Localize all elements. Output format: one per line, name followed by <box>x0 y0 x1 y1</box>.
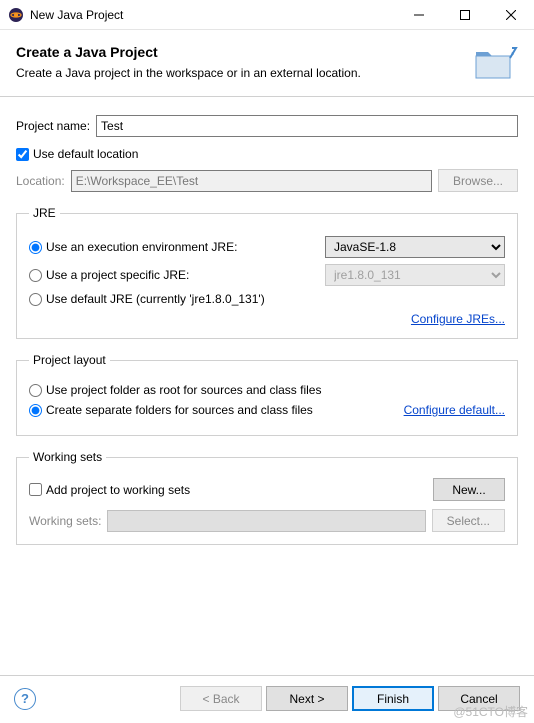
next-button[interactable]: Next > <box>266 686 348 711</box>
eclipse-icon <box>8 7 24 23</box>
layout-root-label: Use project folder as root for sources a… <box>46 383 505 397</box>
jre-group: JRE Use an execution environment JRE: Ja… <box>16 206 518 339</box>
use-default-location-checkbox[interactable] <box>16 148 29 161</box>
window-controls <box>396 0 534 30</box>
configure-jres-link[interactable]: Configure JREs... <box>411 312 505 326</box>
use-default-location-label: Use default location <box>33 147 138 161</box>
jre-specific-label: Use a project specific JRE: <box>46 268 325 282</box>
wizard-folder-icon <box>470 42 518 82</box>
working-sets-group: Working sets Add project to working sets… <box>16 450 518 545</box>
working-sets-select <box>107 510 425 532</box>
project-layout-group: Project layout Use project folder as roo… <box>16 353 518 436</box>
working-sets-label: Working sets: <box>29 514 101 528</box>
page-subtitle: Create a Java project in the workspace o… <box>16 66 462 80</box>
location-label: Location: <box>16 174 65 188</box>
project-name-input[interactable] <box>96 115 518 137</box>
layout-separate-label: Create separate folders for sources and … <box>46 403 313 417</box>
jre-env-label: Use an execution environment JRE: <box>46 240 325 254</box>
location-input <box>71 170 432 192</box>
jre-legend: JRE <box>29 206 60 220</box>
add-working-sets-label: Add project to working sets <box>46 483 190 497</box>
dialog-header: Create a Java Project Create a Java proj… <box>0 30 534 97</box>
jre-default-radio[interactable] <box>29 293 42 306</box>
configure-default-link[interactable]: Configure default... <box>404 403 505 417</box>
dialog-body: Project name: Use default location Locat… <box>0 97 534 553</box>
project-name-label: Project name: <box>16 119 90 133</box>
new-working-set-button[interactable]: New... <box>433 478 505 501</box>
browse-button: Browse... <box>438 169 518 192</box>
layout-separate-radio[interactable] <box>29 404 42 417</box>
jre-env-radio[interactable] <box>29 241 42 254</box>
titlebar: New Java Project <box>0 0 534 30</box>
back-button: < Back <box>180 686 262 711</box>
jre-specific-select: jre1.8.0_131 <box>325 264 505 286</box>
window-title: New Java Project <box>30 8 396 22</box>
help-icon[interactable]: ? <box>14 688 36 710</box>
page-title: Create a Java Project <box>16 44 462 60</box>
minimize-button[interactable] <box>396 0 442 30</box>
add-working-sets-checkbox[interactable] <box>29 483 42 496</box>
jre-env-select[interactable]: JavaSE-1.8 <box>325 236 505 258</box>
jre-default-label: Use default JRE (currently 'jre1.8.0_131… <box>46 292 505 306</box>
finish-button[interactable]: Finish <box>352 686 434 711</box>
watermark: @51CTO博客 <box>453 703 528 720</box>
close-button[interactable] <box>488 0 534 30</box>
working-sets-legend: Working sets <box>29 450 106 464</box>
layout-root-radio[interactable] <box>29 384 42 397</box>
jre-specific-radio[interactable] <box>29 269 42 282</box>
project-layout-legend: Project layout <box>29 353 110 367</box>
maximize-button[interactable] <box>442 0 488 30</box>
select-working-sets-button: Select... <box>432 509 505 532</box>
